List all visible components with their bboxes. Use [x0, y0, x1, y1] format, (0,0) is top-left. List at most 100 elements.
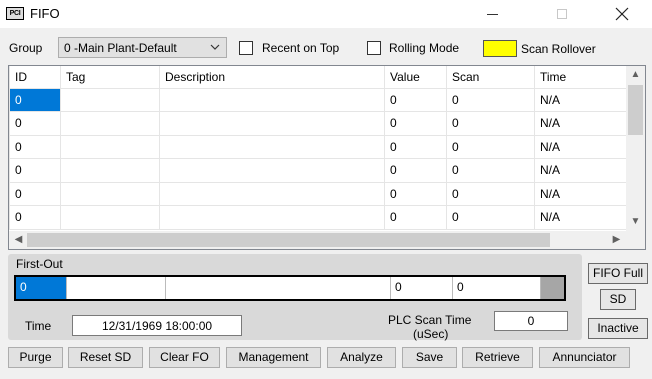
sd-button[interactable]: SD — [600, 289, 636, 310]
group-select[interactable]: 0 -Main Plant-Default — [58, 37, 227, 58]
column-header-id[interactable]: ID — [9, 66, 61, 89]
scroll-up-icon[interactable]: ▲ — [626, 66, 645, 84]
fifo-table: ID Tag Description Value Scan Time 0 0 0… — [9, 66, 627, 230]
table-row[interactable]: 0 0 0 N/A — [9, 158, 627, 183]
group-label: Group — [9, 41, 43, 55]
scroll-left-icon[interactable]: ◀ — [9, 231, 28, 249]
first-out-label: First-Out — [16, 257, 63, 271]
vertical-scroll-thumb[interactable] — [628, 85, 643, 135]
column-header-time[interactable]: Time — [534, 66, 627, 89]
fifo-full-button[interactable]: FIFO Full — [588, 263, 648, 284]
first-out-value: 0 — [391, 277, 453, 299]
cell-description[interactable] — [159, 158, 385, 183]
fifo-grid[interactable]: ID Tag Description Value Scan Time 0 0 0… — [8, 65, 646, 250]
first-out-id: 0 — [16, 277, 67, 299]
cell-id[interactable]: 0 — [9, 158, 61, 183]
app-icon: PCI — [6, 7, 24, 20]
rolling-mode-checkbox[interactable] — [367, 41, 381, 55]
analyze-button[interactable]: Analyze — [327, 347, 396, 368]
close-button[interactable] — [598, 0, 644, 28]
cell-description[interactable] — [159, 134, 385, 159]
cell-time[interactable]: N/A — [534, 181, 627, 206]
recent-on-top-label: Recent on Top — [262, 41, 340, 55]
cell-value[interactable]: 0 — [384, 87, 447, 112]
reset-sd-button[interactable]: Reset SD — [68, 347, 143, 368]
column-header-value[interactable]: Value — [384, 66, 447, 89]
cell-time[interactable]: N/A — [534, 87, 627, 112]
retrieve-button[interactable]: Retrieve — [462, 347, 533, 368]
first-out-end-cell — [541, 277, 564, 299]
minimize-icon — [487, 14, 498, 15]
cell-id[interactable]: 0 — [9, 134, 61, 159]
cell-id[interactable]: 0 — [9, 87, 61, 112]
minimize-button[interactable] — [469, 0, 515, 28]
table-row[interactable]: 0 0 0 N/A — [9, 87, 627, 112]
save-button[interactable]: Save — [402, 347, 457, 368]
column-header-scan[interactable]: Scan — [446, 66, 535, 89]
horizontal-scroll-thumb[interactable] — [27, 233, 550, 247]
cell-tag[interactable] — [60, 181, 160, 206]
cell-id[interactable]: 0 — [9, 181, 61, 206]
maximize-button — [539, 0, 585, 28]
plc-scan-time-unit: (uSec) — [413, 327, 449, 341]
cell-scan[interactable]: 0 — [446, 205, 535, 230]
cell-value[interactable]: 0 — [384, 134, 447, 159]
column-header-tag[interactable]: Tag — [60, 66, 160, 89]
cell-value[interactable]: 0 — [384, 111, 447, 136]
cell-time[interactable]: N/A — [534, 205, 627, 230]
plc-scan-time-field: 0 — [494, 311, 568, 331]
scan-rollover-indicator[interactable] — [483, 40, 517, 57]
cell-value[interactable]: 0 — [384, 181, 447, 206]
table-row[interactable]: 0 0 0 N/A — [9, 181, 627, 206]
cell-description[interactable] — [159, 205, 385, 230]
cell-tag[interactable] — [60, 205, 160, 230]
close-icon — [615, 7, 629, 21]
cell-tag[interactable] — [60, 87, 160, 112]
cell-time[interactable]: N/A — [534, 111, 627, 136]
recent-on-top-checkbox[interactable] — [239, 41, 253, 55]
vertical-scrollbar[interactable]: ▲ ▼ — [626, 66, 645, 231]
fifo-window: PCI FIFO Group 0 -Main Plant-Default Rec… — [0, 0, 652, 379]
table-row[interactable]: 0 0 0 N/A — [9, 134, 627, 159]
cell-time[interactable]: N/A — [534, 158, 627, 183]
cell-tag[interactable] — [60, 158, 160, 183]
column-header-description[interactable]: Description — [159, 66, 385, 89]
cell-tag[interactable] — [60, 111, 160, 136]
annunciator-button[interactable]: Annunciator — [539, 347, 630, 368]
group-select-value: 0 -Main Plant-Default — [64, 41, 177, 55]
cell-tag[interactable] — [60, 134, 160, 159]
scroll-down-icon[interactable]: ▼ — [626, 213, 645, 231]
rolling-mode-label: Rolling Mode — [389, 41, 460, 55]
first-out-tag — [67, 277, 166, 299]
scrollbar-corner — [626, 231, 645, 249]
time-label: Time — [25, 319, 52, 333]
horizontal-scrollbar[interactable]: ◀ ▶ — [9, 231, 626, 249]
management-button[interactable]: Management — [226, 347, 321, 368]
clear-fo-button[interactable]: Clear FO — [149, 347, 220, 368]
plc-scan-time-label: PLC Scan Time — [388, 313, 472, 327]
table-row[interactable]: 0 0 0 N/A — [9, 205, 627, 230]
window-title: FIFO — [30, 6, 60, 21]
cell-scan[interactable]: 0 — [446, 158, 535, 183]
first-out-scan: 0 — [453, 277, 541, 299]
cell-scan[interactable]: 0 — [446, 181, 535, 206]
cell-scan[interactable]: 0 — [446, 111, 535, 136]
cell-scan[interactable]: 0 — [446, 134, 535, 159]
purge-button[interactable]: Purge — [8, 347, 63, 368]
scroll-right-icon[interactable]: ▶ — [607, 231, 626, 249]
cell-description[interactable] — [159, 111, 385, 136]
cell-description[interactable] — [159, 87, 385, 112]
table-row[interactable]: 0 0 0 N/A — [9, 111, 627, 136]
cell-id[interactable]: 0 — [9, 205, 61, 230]
cell-value[interactable]: 0 — [384, 205, 447, 230]
cell-scan[interactable]: 0 — [446, 87, 535, 112]
cell-description[interactable] — [159, 181, 385, 206]
cell-id[interactable]: 0 — [9, 111, 61, 136]
first-out-record: 0 0 0 — [14, 275, 566, 301]
inactive-button[interactable]: Inactive — [588, 318, 648, 339]
first-out-description — [166, 277, 391, 299]
cell-time[interactable]: N/A — [534, 134, 627, 159]
maximize-icon — [557, 9, 567, 19]
scan-rollover-label: Scan Rollover — [521, 42, 596, 56]
cell-value[interactable]: 0 — [384, 158, 447, 183]
